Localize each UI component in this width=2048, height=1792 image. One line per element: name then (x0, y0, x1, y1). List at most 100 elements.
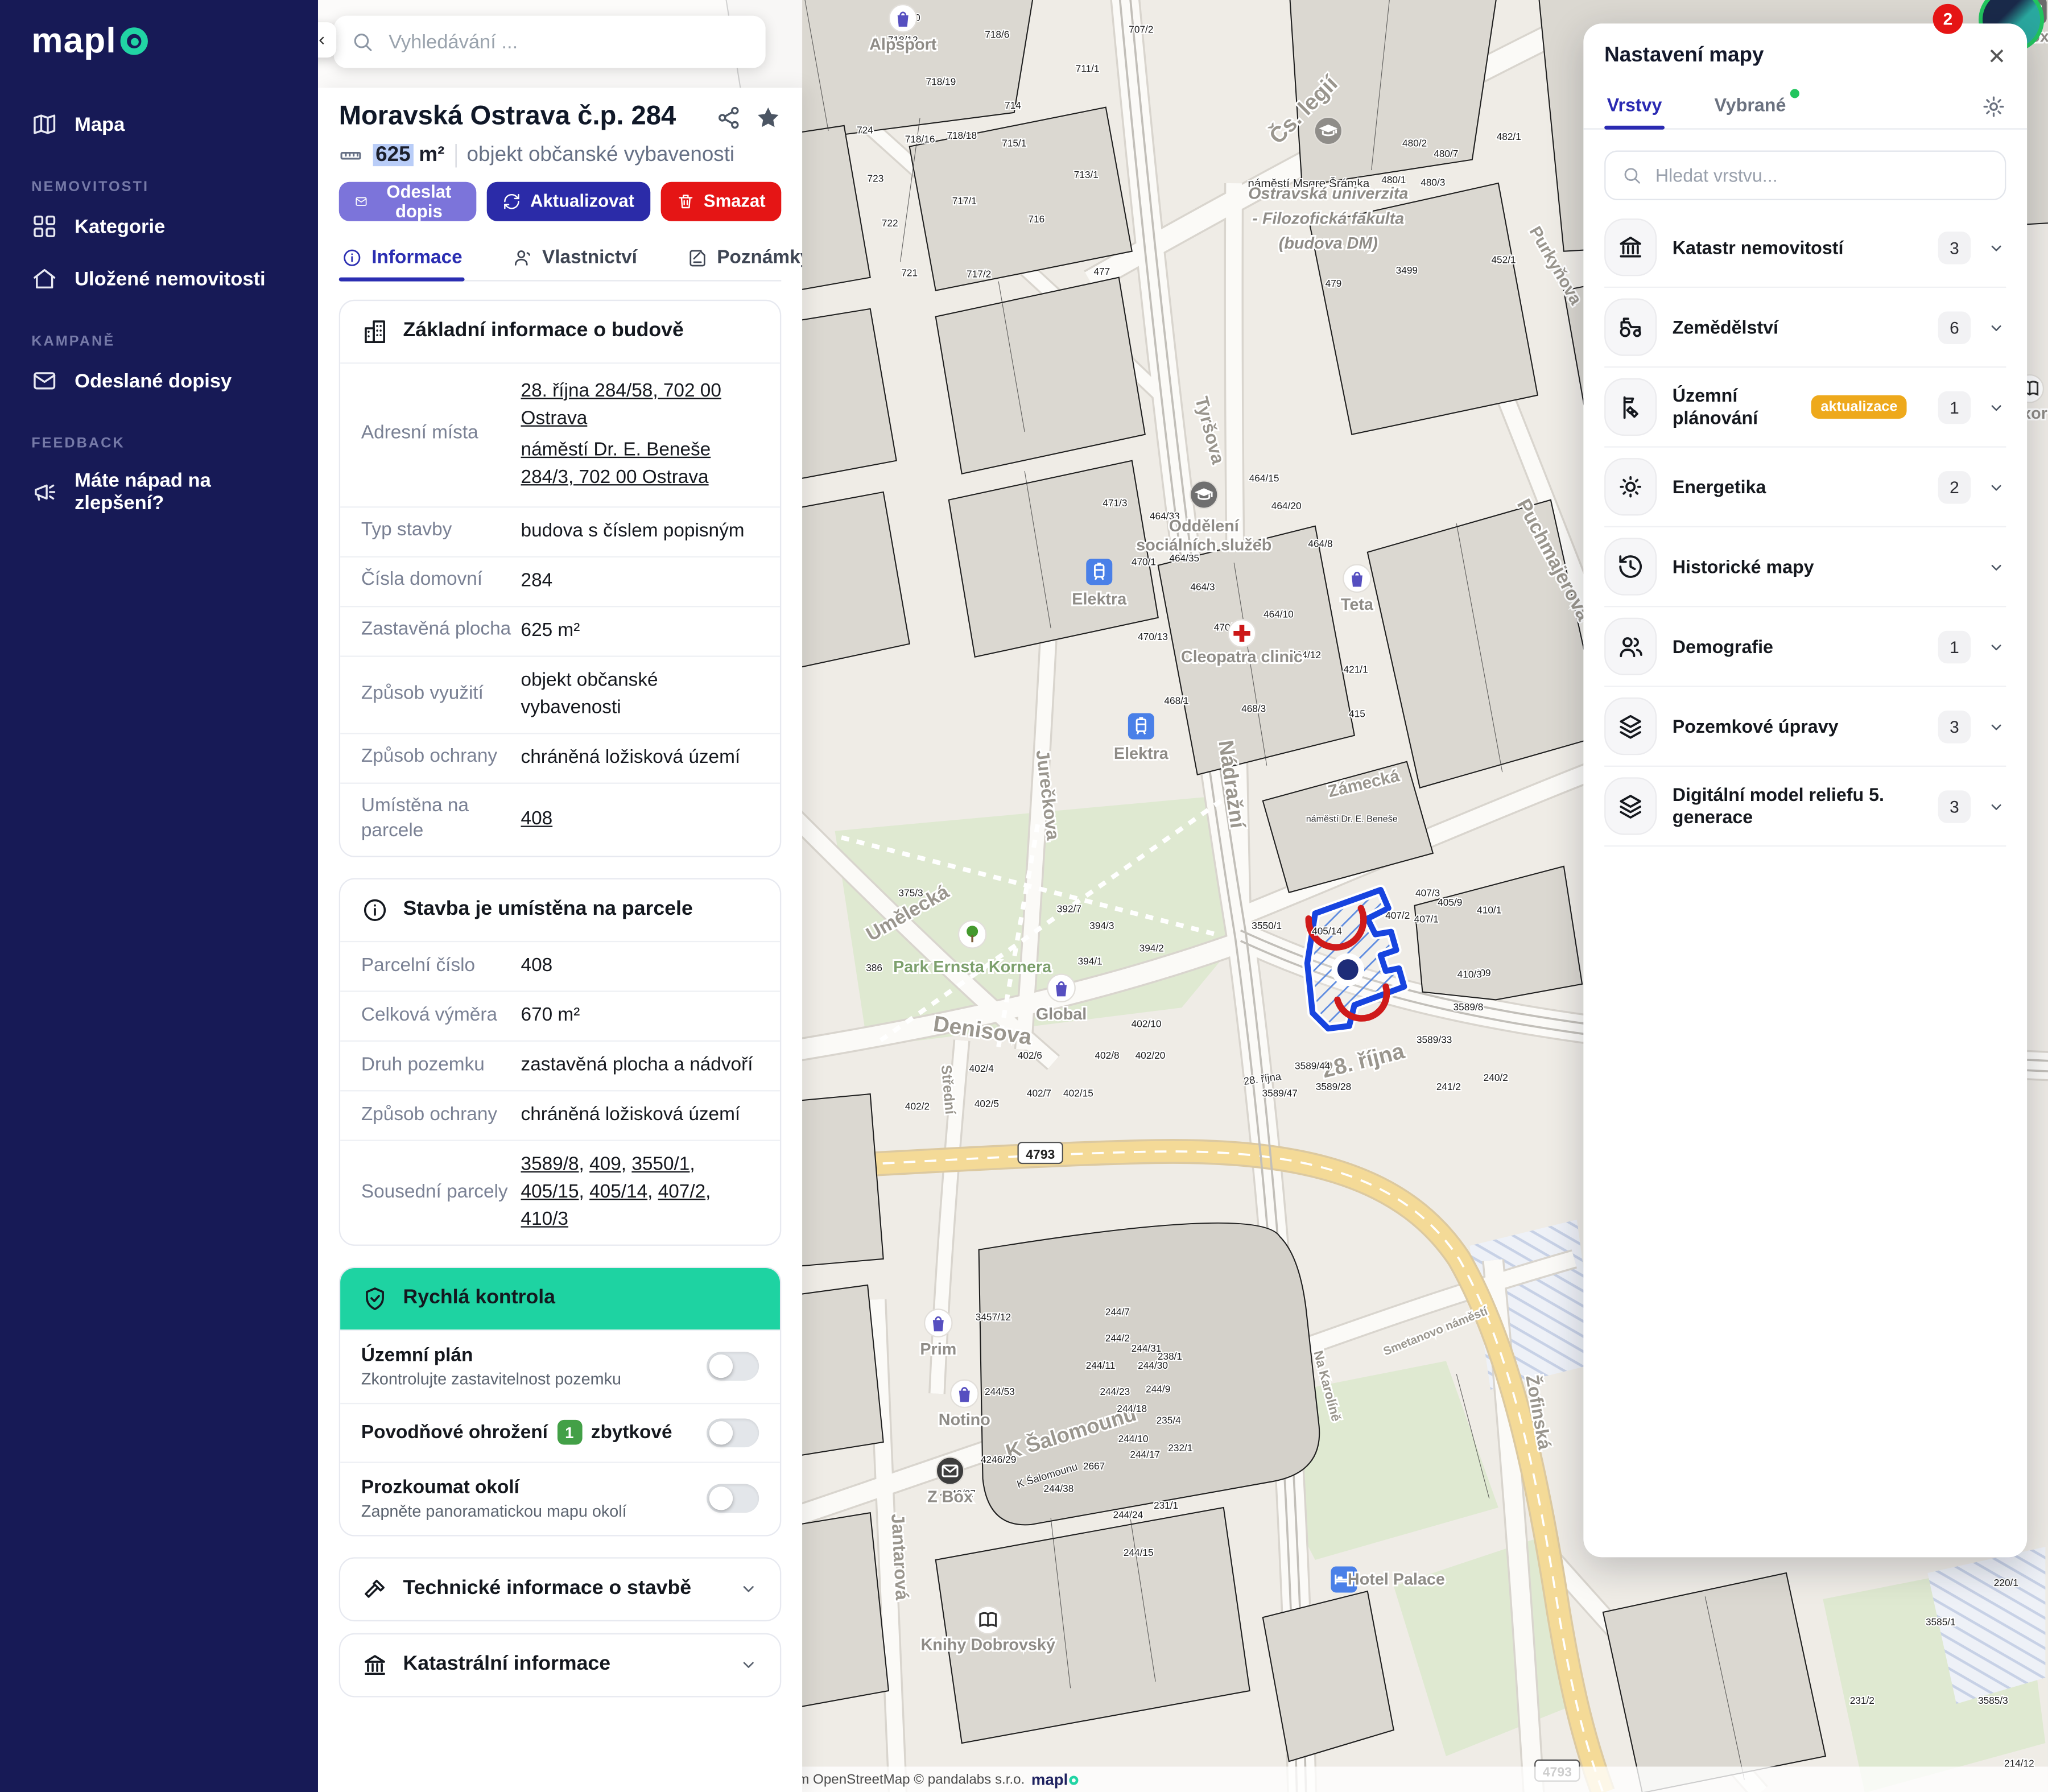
send-letter-button[interactable]: Odeslat dopis (339, 181, 477, 221)
refresh-icon (503, 192, 521, 210)
svg-text:711/1: 711/1 (1076, 63, 1100, 75)
svg-text:722: 722 (882, 217, 898, 229)
layer-name: Katastr nemovitostí (1673, 236, 1844, 258)
layer-row-tractor[interactable]: Zemědělství6 (1604, 288, 2006, 368)
ruler-icon (339, 143, 362, 167)
svg-text:3585/3: 3585/3 (1978, 1695, 2008, 1706)
close-icon[interactable]: ✕ (1988, 45, 2006, 67)
layer-row-sun[interactable]: Energetika2 (1604, 448, 2006, 527)
svg-text:452/1: 452/1 (1491, 254, 1516, 265)
layer-search-input[interactable] (1653, 164, 1989, 187)
tab-informace[interactable]: Informace (339, 239, 465, 279)
svg-text:Alpsport: Alpsport (869, 35, 937, 53)
svg-text:470/13: 470/13 (1138, 631, 1168, 642)
sidebar-item-kategorie[interactable]: Kategorie (0, 200, 318, 253)
chevron-down-icon (738, 1579, 759, 1600)
update-button[interactable]: Aktualizovat (487, 181, 650, 221)
svg-text:717/2: 717/2 (967, 269, 991, 280)
tab-vybrane[interactable]: Vybrané (1712, 84, 1789, 128)
parcel-link-408[interactable]: 408 (521, 808, 553, 829)
building-info-card: Základní informace o budově Adresní míst… (339, 299, 782, 857)
neighbor-parcel-link[interactable]: 405/14 (589, 1182, 647, 1203)
home-icon (31, 266, 57, 292)
layer-count-badge: 3 (1938, 710, 1971, 743)
layer-name: Energetika (1673, 476, 1766, 498)
search-icon (350, 30, 374, 53)
table-row-zastavena-plocha: Zastavěná plocha625 m² (340, 605, 780, 655)
svg-text:713/1: 713/1 (1074, 169, 1099, 180)
usage-type: objekt občanské vybavenosti (467, 143, 735, 167)
neighbor-parcel-links[interactable]: 3589/8, 409, 3550/1, 405/15, 405/14, 407… (521, 1151, 759, 1234)
tab-vrstvy[interactable]: Vrstvy (1604, 84, 1665, 128)
svg-text:394/2: 394/2 (1139, 942, 1164, 953)
property-title: Moravská Ostrava č.p. 284 (339, 101, 703, 131)
address-link-1[interactable]: 28. října 284/58, 702 00 Ostrava (521, 378, 759, 433)
svg-text:718/6: 718/6 (985, 29, 1009, 40)
card-title: Stavba je umístěna na parcele (403, 898, 692, 922)
svg-text:714: 714 (1005, 100, 1021, 111)
tab-vlastnictvi[interactable]: Vlastnictví (510, 239, 640, 279)
sidebar: mapl Mapa NEMOVITOSTI Kategorie Uložené … (0, 0, 318, 1792)
svg-text:náměstí Dr. E. Beneše: náměstí Dr. E. Beneše (1306, 814, 1398, 824)
layer-row-bank[interactable]: Katastr nemovitostí3 (1604, 208, 2006, 288)
layer-row-history[interactable]: Historické mapy (1604, 527, 2006, 607)
table-row-celkova-vymera: Celková výměra670 m² (340, 990, 780, 1040)
share-icon[interactable] (716, 105, 742, 131)
chevron-down-icon (1987, 477, 2006, 497)
neighbor-parcel-link[interactable]: 3550/1 (631, 1154, 689, 1175)
sidebar-item-dopisy[interactable]: Odeslané dopisy (0, 354, 318, 407)
panorama-toggle[interactable] (707, 1485, 759, 1514)
table-row-druh-pozemku: Druh pozemkuzastavěná plocha a nádvoří (340, 1040, 780, 1089)
neighbor-parcel-link[interactable]: 409 (589, 1154, 621, 1175)
layer-row-people[interactable]: Demografie 1 (1604, 607, 2006, 687)
sidebar-item-ulozene[interactable]: Uložené nemovitosti (0, 253, 318, 305)
quick-check-povodnove-ohrozeni: Povodňové ohrožení 1 zbytkové (340, 1403, 780, 1462)
layer-name: Pozemkové úpravy (1673, 715, 1839, 737)
map-icon (31, 112, 57, 138)
flood-toggle[interactable] (707, 1418, 759, 1447)
svg-text:4246/29: 4246/29 (981, 1454, 1016, 1465)
trash-icon (676, 192, 695, 210)
neighbor-parcel-link[interactable]: 3589/8 (521, 1154, 579, 1175)
layer-count-badge: 1 (1938, 391, 1971, 424)
tab-poznamky[interactable]: Poznámky (684, 239, 802, 279)
detail-tabs: Informace Vlastnictví Poznámky (339, 239, 782, 281)
property-detail-panel: Moravská Ostrava č.p. 284 625 m² objekt … (318, 88, 802, 1792)
sidebar-item-feedback[interactable]: Máte nápad na zlepšení? (0, 457, 318, 527)
svg-text:375/3: 375/3 (898, 887, 923, 899)
layer-name: Demografie (1673, 635, 1773, 658)
gear-icon[interactable] (1981, 93, 2006, 118)
layer-row-flag[interactable]: Územní plánováníaktualizace1 (1604, 368, 2006, 447)
search-input[interactable] (386, 30, 749, 55)
cadastral-info-card[interactable]: Katastrální informace (339, 1633, 782, 1698)
svg-text:244/15: 244/15 (1124, 1547, 1154, 1558)
delete-button[interactable]: Smazat (660, 181, 781, 221)
chevron-down-icon (1987, 317, 2006, 337)
address-link-2[interactable]: náměstí Dr. E. Beneše 284/3, 702 00 Ostr… (521, 436, 759, 492)
svg-text:410/3: 410/3 (1457, 968, 1482, 980)
sidebar-item-mapa[interactable]: Mapa (0, 98, 318, 151)
neighbor-parcel-link[interactable]: 405/15 (521, 1182, 579, 1203)
svg-text:238/1: 238/1 (1158, 1351, 1182, 1362)
svg-text:244/11: 244/11 (1086, 1360, 1115, 1371)
svg-text:Elektra: Elektra (1114, 745, 1169, 763)
svg-text:480/2: 480/2 (1402, 138, 1427, 149)
svg-text:244/31: 244/31 (1132, 1343, 1162, 1354)
uzemni-plan-toggle[interactable] (707, 1352, 759, 1381)
neighbor-parcel-link[interactable]: 407/2 (658, 1182, 705, 1203)
green-dot-indicator (1790, 89, 1799, 98)
layer-row-layers[interactable]: Pozemkové úpravy 3 (1604, 687, 2006, 767)
svg-text:402/2: 402/2 (905, 1101, 930, 1112)
svg-text:716: 716 (1028, 213, 1044, 225)
layer-count-badge: 1 (1938, 630, 1971, 663)
svg-text:240/2: 240/2 (1484, 1072, 1508, 1083)
tractor-icon (1604, 298, 1657, 356)
neighbor-parcel-link[interactable]: 410/3 (521, 1209, 568, 1230)
layer-row-layers[interactable]: Digitální model reliefu 5. generace3 (1604, 767, 2006, 847)
favorite-star-icon[interactable] (755, 105, 781, 131)
chevron-down-icon (738, 1655, 759, 1676)
technical-info-card[interactable]: Technické informace o stavbě (339, 1557, 782, 1621)
svg-text:Teta: Teta (1341, 596, 1374, 614)
table-row-umistena-na-parcele: Umístěna na parcele 408 (340, 782, 780, 856)
svg-text:244/2: 244/2 (1105, 1332, 1130, 1344)
